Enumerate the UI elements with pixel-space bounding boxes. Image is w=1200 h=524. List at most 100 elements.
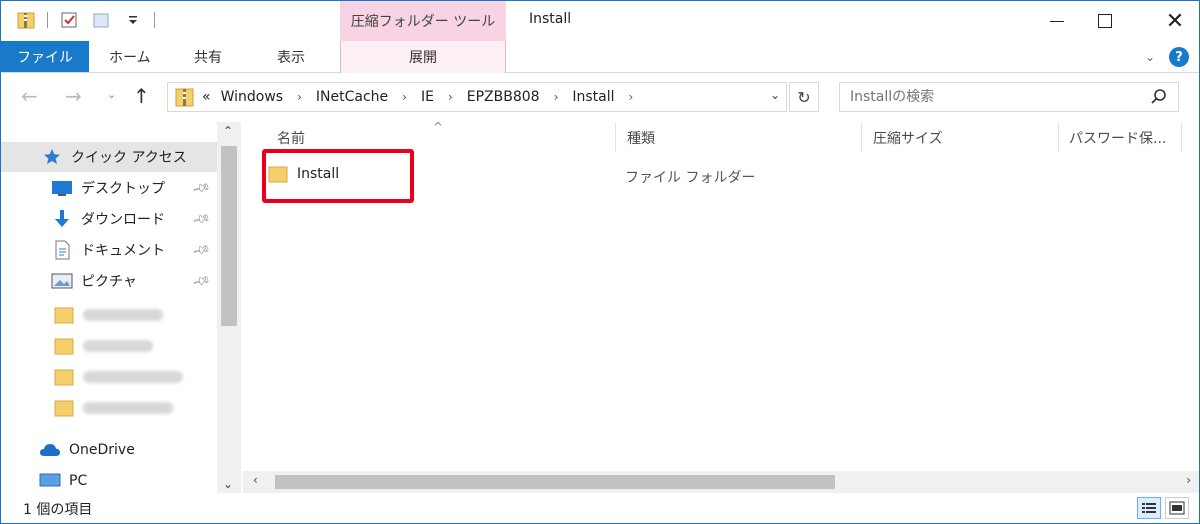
tab-home[interactable]: ホーム [109,41,151,72]
breadcrumb-overflow[interactable]: « [202,89,211,105]
maximize-button[interactable] [1081,1,1129,41]
search-icon[interactable] [1150,88,1168,110]
forward-button[interactable]: → [65,84,82,108]
context-tab-group-label: 圧縮フォルダー ツール [340,1,506,41]
maximize-icon [1098,14,1112,28]
help-icon[interactable]: ? [1169,47,1189,67]
column-header-name[interactable]: 名前 [277,128,305,148]
scroll-thumb[interactable] [221,146,237,326]
nav-item-documents[interactable]: ドキュメント 📌︎ [1,235,217,265]
column-divider[interactable] [1181,122,1182,152]
column-header-type[interactable]: 種類 [627,128,655,148]
pin-icon[interactable]: 📌︎ [191,271,211,291]
item-count: 1 個の項目 [23,502,93,518]
pin-icon[interactable]: 📌︎ [191,209,211,229]
address-dropdown-icon[interactable]: ⌄ [770,88,780,102]
status-bar: 1 個の項目 [1,493,1199,523]
large-icons-view-button[interactable] [1165,497,1189,519]
column-divider[interactable] [1058,122,1059,152]
column-divider[interactable] [615,122,616,152]
qat-dropdown-icon[interactable] [122,9,144,31]
column-header-password[interactable]: パスワード保... [1069,128,1166,148]
nav-item-label: ピクチャ [81,274,137,290]
tab-extract[interactable]: 展開 [340,41,506,73]
minimize-icon [1050,20,1064,22]
breadcrumb-separator[interactable]: › [402,90,407,104]
file-type: ファイル フォルダー [625,170,756,186]
blurred-label [83,309,163,321]
column-headers: ^ 名前 種類 圧縮サイズ パスワード保... [243,120,1199,152]
qat-separator-2 [154,12,155,28]
scroll-thumb[interactable] [275,475,835,489]
breadcrumb-inetcache[interactable]: INetCache [316,89,388,105]
blurred-label [83,402,173,414]
breadcrumb-separator[interactable]: › [629,90,634,104]
up-button[interactable]: ↑ [133,84,150,108]
nav-item-blurred-folder[interactable] [1,300,217,330]
scroll-left-icon[interactable]: ‹ [253,473,258,487]
breadcrumb-ie[interactable]: IE [421,89,434,105]
tab-view[interactable]: 表示 [277,41,305,72]
nav-item-pc[interactable]: PC [1,470,217,492]
picture-icon [51,271,73,291]
back-button[interactable]: ← [21,84,38,108]
nav-item-label: ダウンロード [81,212,165,228]
quick-access-toolbar [15,9,155,31]
title-bar: 圧縮フォルダー ツール Install ✕ [1,1,1199,41]
nav-pane-scrollbar[interactable]: ⌃ ⌄ [217,122,241,493]
minimize-button[interactable] [1033,1,1081,41]
nav-item-blurred-folder[interactable] [1,362,217,392]
nav-item-label: OneDrive [69,442,135,458]
search-box[interactable] [839,82,1179,112]
horizontal-scrollbar[interactable]: ‹ › [243,471,1199,493]
tab-file[interactable]: ファイル [1,41,89,72]
blurred-label [83,371,183,383]
new-folder-icon[interactable] [90,9,112,31]
ribbon-right-controls: ⌄ ? [1145,47,1189,67]
scroll-down-icon[interactable]: ⌄ [223,477,233,491]
nav-item-desktop[interactable]: デスクトップ 📌︎ [1,173,217,203]
column-divider[interactable] [861,122,862,152]
close-icon: ✕ [1165,8,1185,34]
folder-icon [53,367,75,387]
folder-icon [53,398,75,418]
breadcrumb-separator[interactable]: › [448,90,453,104]
breadcrumb-install[interactable]: Install [572,89,614,105]
details-view-button[interactable] [1137,497,1161,519]
search-input[interactable] [850,89,1140,105]
breadcrumb-epzbb808[interactable]: EPZBB808 [467,89,540,105]
nav-item-onedrive[interactable]: OneDrive [1,435,217,465]
breadcrumb-separator[interactable]: › [554,90,559,104]
sort-ascending-icon: ^ [433,120,444,134]
recent-locations-button[interactable]: ⌄ [107,88,116,101]
refresh-button[interactable]: ↻ [789,82,819,112]
nav-item-downloads[interactable]: ダウンロード 📌︎ [1,204,217,234]
navigation-pane: クイック アクセス デスクトップ 📌︎ ダウンロード 📌︎ ドキュメント 📌︎ [1,122,243,493]
nav-item-label: ドキュメント [81,243,165,259]
properties-icon[interactable] [58,9,80,31]
scroll-up-icon[interactable]: ⌃ [223,124,233,138]
pin-icon[interactable]: 📌︎ [191,178,211,198]
folder-icon [53,305,75,325]
nav-item-blurred-folder[interactable] [1,393,217,423]
address-bar[interactable]: « Windows › INetCache › IE › EPZBB808 › … [167,82,787,112]
nav-item-pictures[interactable]: ピクチャ 📌︎ [1,266,217,296]
ribbon-expand-icon[interactable]: ⌄ [1145,50,1155,64]
folder-icon [53,336,75,356]
refresh-icon: ↻ [797,87,811,107]
qat-separator [47,12,48,28]
close-button[interactable]: ✕ [1151,1,1199,41]
details-view-icon [1142,503,1156,513]
scroll-right-icon[interactable]: › [1186,473,1191,487]
tab-share[interactable]: 共有 [194,41,222,72]
large-icons-view-icon [1169,501,1185,515]
nav-item-label: PC [69,473,88,489]
file-list: ^ 名前 種類 圧縮サイズ パスワード保... Install ファイル フォル… [243,120,1199,493]
breadcrumb-separator[interactable]: › [297,90,302,104]
nav-item-blurred-folder[interactable] [1,331,217,361]
pin-icon[interactable]: 📌︎ [191,240,211,260]
nav-quick-access[interactable]: クイック アクセス [1,142,217,172]
view-buttons [1137,497,1189,519]
column-header-compressed-size[interactable]: 圧縮サイズ [873,128,943,148]
breadcrumb-windows[interactable]: Windows [221,89,284,105]
